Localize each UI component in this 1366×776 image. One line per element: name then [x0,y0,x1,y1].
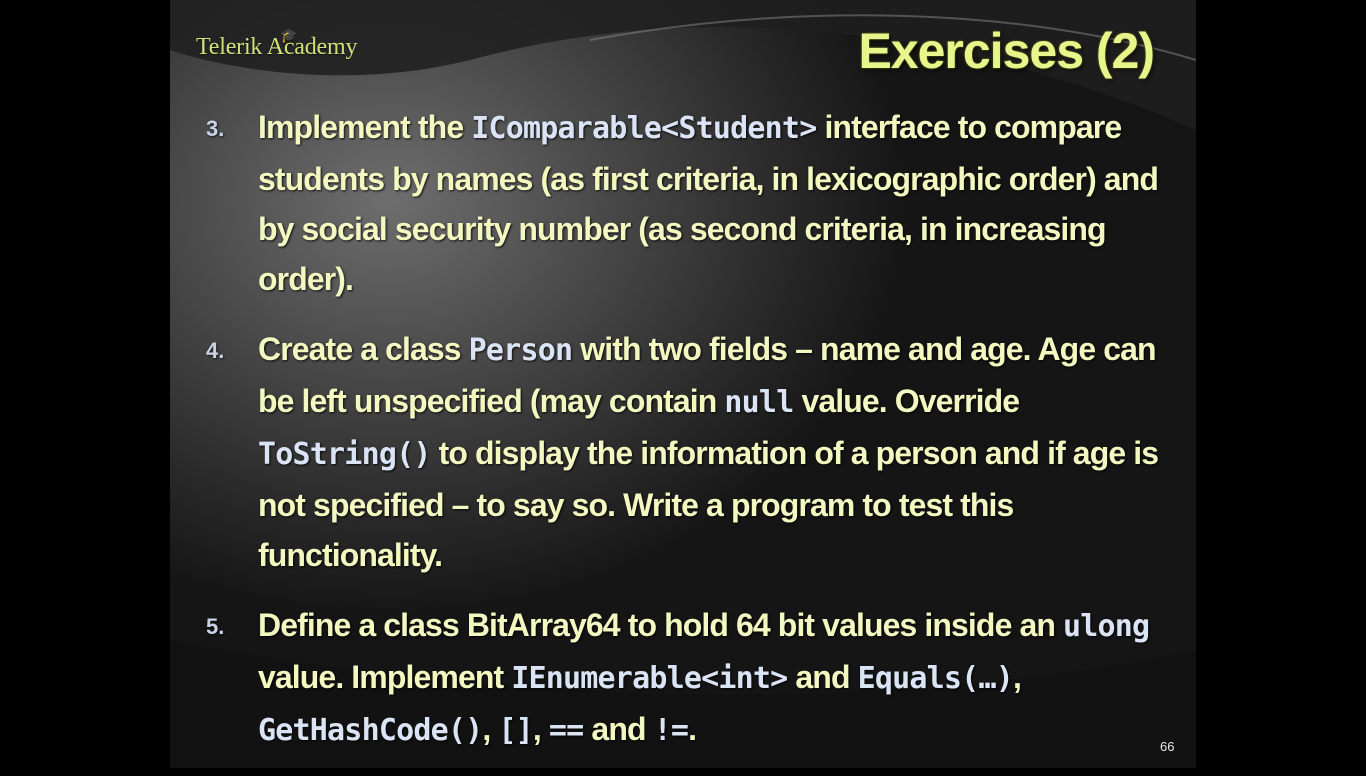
code-run: IComparable<Student> [471,111,817,146]
text-run: value. Override [793,383,1020,419]
code-run: ulong [1063,609,1150,644]
code-run: != [653,713,689,748]
text-run: Create a class [258,331,469,367]
text-run: and [787,659,858,695]
code-run: IEnumerable<int> [511,661,788,696]
text-run: . [688,711,697,747]
logo-text: Telerik Academy [196,34,358,60]
exercise-item: 4. Create a class Person with two fields… [206,324,1166,580]
text-run: Define a class BitArray64 to hold 64 bit… [258,607,1063,643]
code-run: [] [498,713,533,748]
text-run: and [583,711,654,747]
code-run: == [548,713,584,748]
code-run: Person [468,333,573,368]
item-text: Create a class Person with two fields – … [258,324,1166,580]
text-run: , [482,711,499,747]
exercise-item: 5. Define a class BitArray64 to hold 64 … [206,600,1166,756]
text-run: , [532,711,549,747]
text-run: value. Implement [258,659,512,695]
telerik-academy-logo: 🎓 Telerik Academy [196,29,358,61]
exercise-item: 3. Implement the IComparable<Student> in… [206,102,1166,304]
code-run: ToString() [258,437,431,472]
item-number: 5. [206,614,225,639]
item-number: 4. [206,338,225,363]
code-run: GetHashCode() [258,713,483,748]
code-run: null [724,385,794,420]
text-run: , [1012,659,1022,695]
item-text: Implement the IComparable<Student> inter… [258,102,1166,304]
slide-title: Exercises (2) [858,23,1155,79]
text-run: Implement the [258,109,472,145]
item-number: 3. [206,116,225,141]
exercise-list: 3. Implement the IComparable<Student> in… [206,102,1166,776]
page-number: 66 [1160,739,1175,754]
code-run: Equals(…) [857,661,1014,696]
graduation-cap-icon: 🎓 [280,29,298,44]
item-text: Define a class BitArray64 to hold 64 bit… [258,600,1166,756]
